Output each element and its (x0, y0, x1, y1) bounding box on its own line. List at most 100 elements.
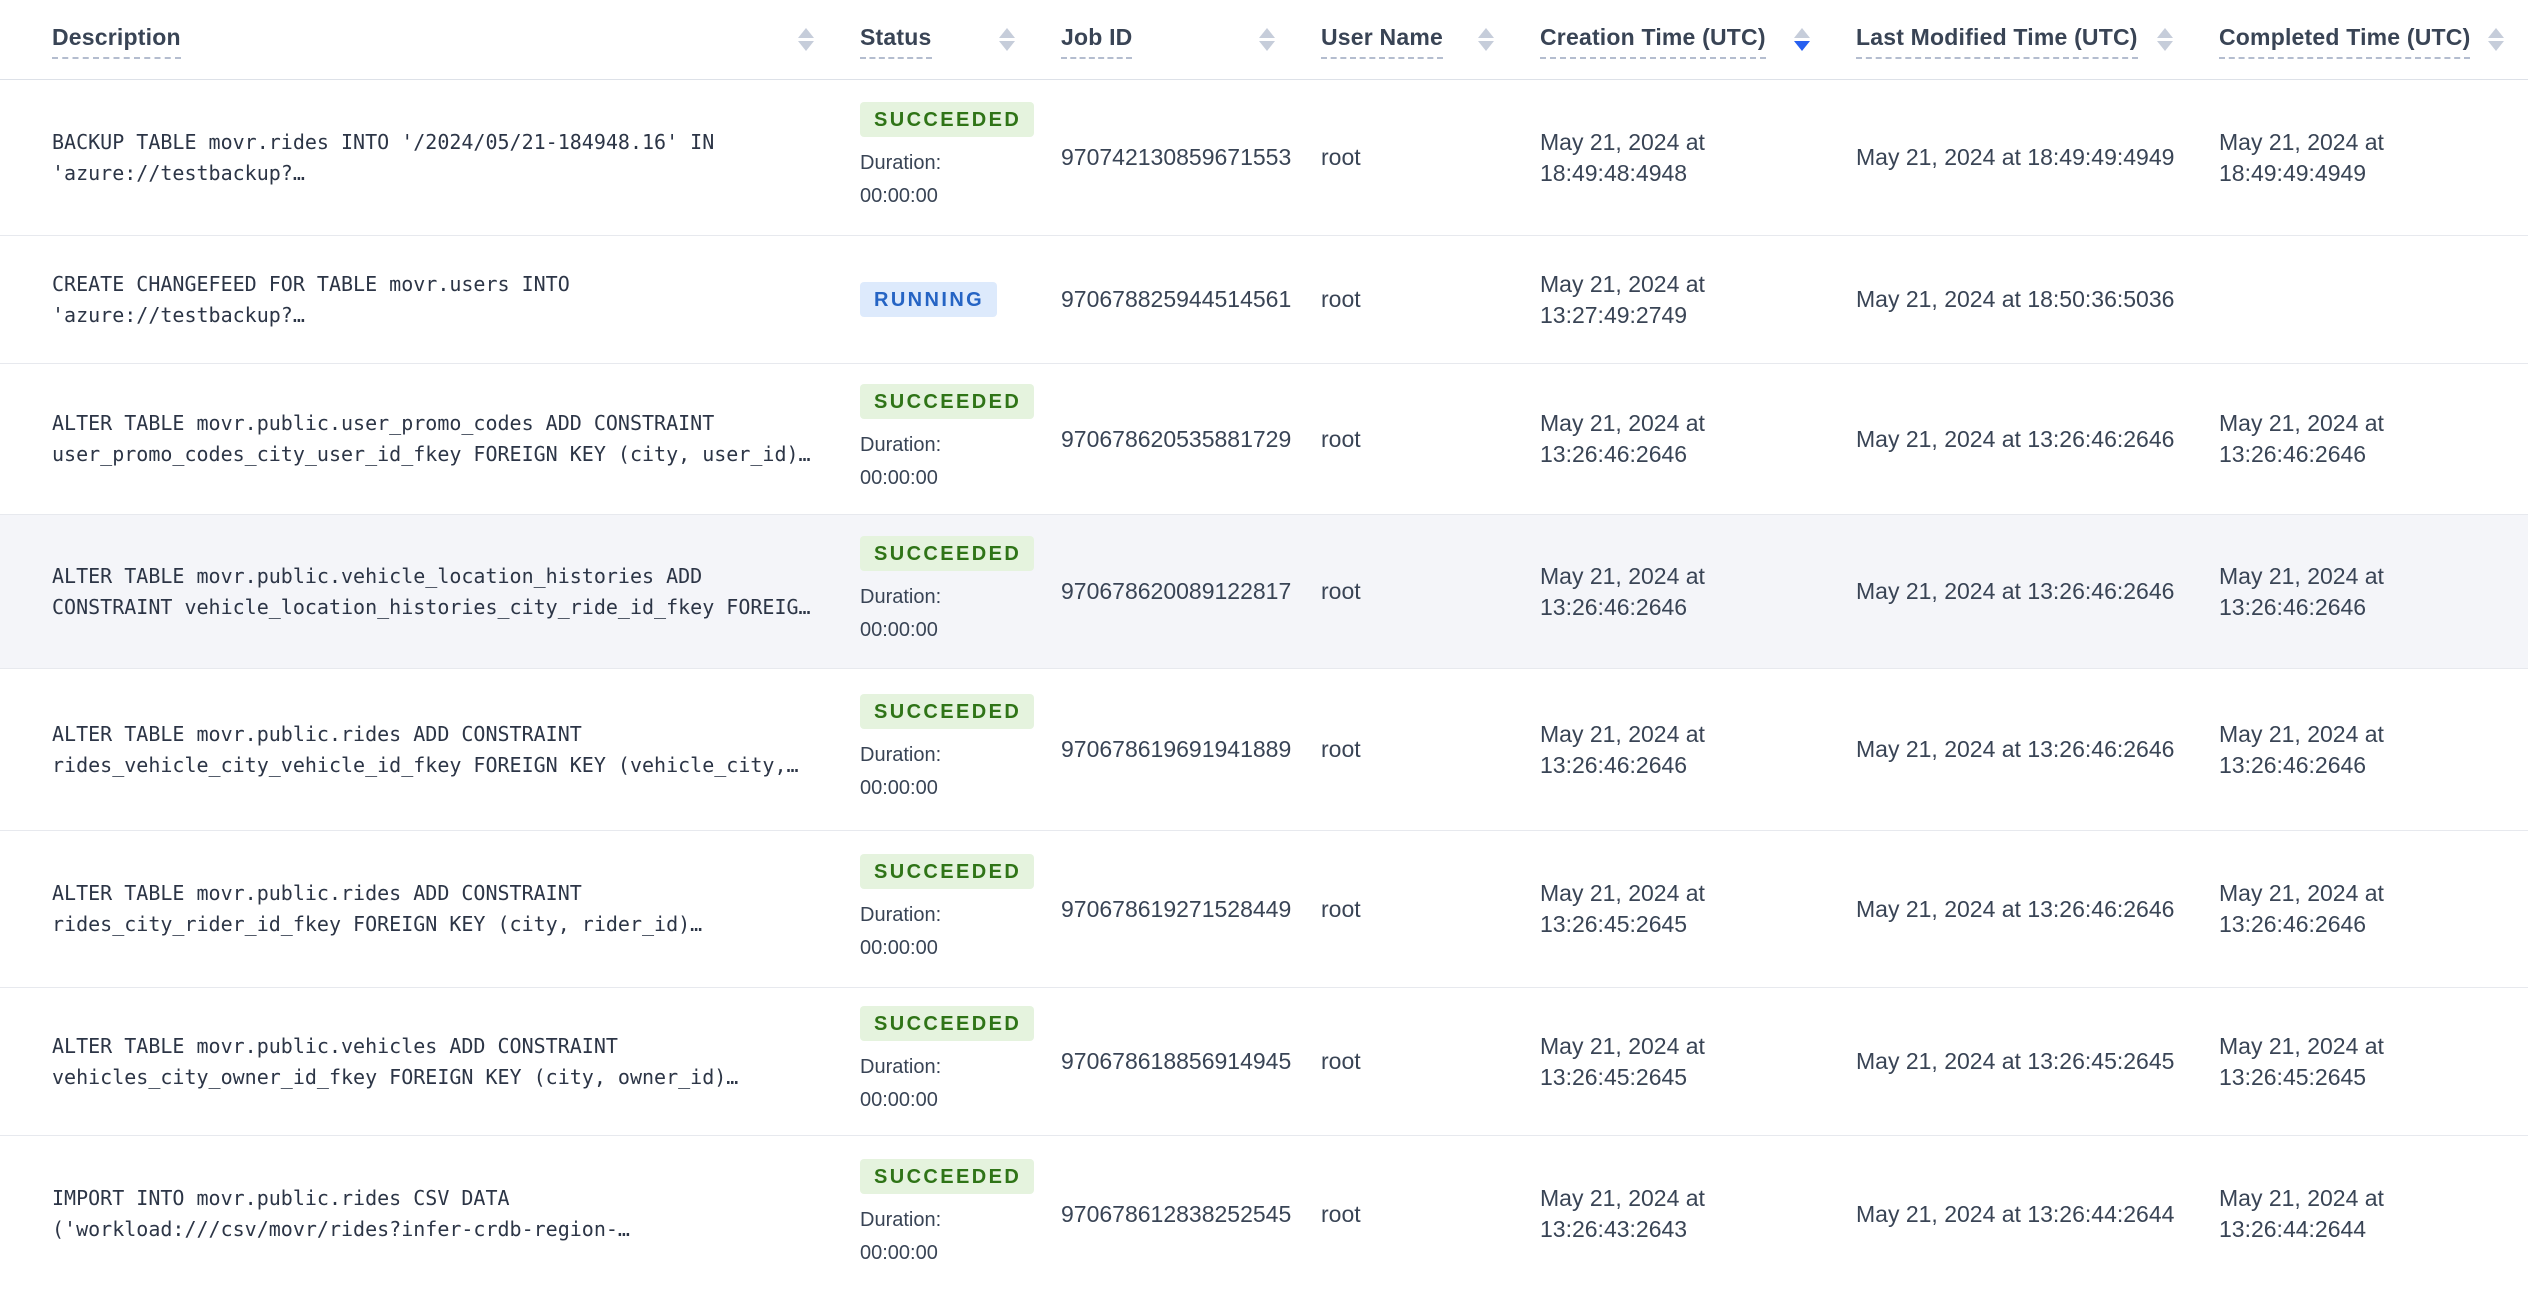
job-duration: Duration: 00:00:00 (860, 739, 941, 805)
duration-label: Duration: (860, 744, 942, 766)
duration-value: 00:00:00 (860, 466, 938, 489)
creation-time-cell: May 21, 2024 at 13:26:46:2646 (1540, 562, 1705, 620)
creation-time-cell: May 21, 2024 at 18:49:48:4948 (1540, 128, 1705, 186)
job-status-badge: SUCCEEDED (860, 694, 1035, 729)
sort-icon (1259, 28, 1275, 51)
job-id-cell: 970678618856914945 (1061, 1048, 1292, 1074)
column-header-user-name[interactable]: User Name (1321, 0, 1540, 79)
last-modified-time-cell: May 21, 2024 at 18:49:49:4949 (1856, 144, 2175, 170)
job-description-link[interactable]: ALTER TABLE movr.public.rides ADD CONSTR… (52, 719, 820, 781)
job-description-link[interactable]: IMPORT INTO movr.public.rides CSV DATA (… (52, 1183, 820, 1245)
job-description-link[interactable]: ALTER TABLE movr.public.vehicles ADD CON… (52, 1031, 820, 1093)
sort-down-arrow-icon (1794, 41, 1810, 51)
job-description-link[interactable]: CREATE CHANGEFEED FOR TABLE movr.users I… (52, 269, 820, 331)
last-modified-time-cell: May 21, 2024 at 18:50:36:5036 (1856, 286, 2175, 312)
completed-time-cell: May 21, 2024 at 13:26:46:2646 (2219, 880, 2384, 937)
table-row: ALTER TABLE movr.public.vehicle_location… (0, 515, 2528, 669)
duration-value: 00:00:00 (860, 936, 938, 959)
jobs-table-header: Description Status Job ID User Name Crea… (0, 0, 2528, 80)
column-header-job-id[interactable]: Job ID (1061, 0, 1321, 79)
duration-label: Duration: (860, 1208, 942, 1231)
sort-icon (1478, 28, 1494, 51)
sort-up-arrow-icon (1478, 28, 1494, 38)
creation-time-cell: May 21, 2024 at 13:26:46:2646 (1540, 720, 1705, 778)
sort-up-arrow-icon (2488, 28, 2504, 38)
table-row: ALTER TABLE movr.public.rides ADD CONSTR… (0, 669, 2528, 831)
sort-up-arrow-icon (1794, 28, 1810, 38)
job-id-cell: 970742130859671553 (1061, 144, 1292, 170)
duration-label: Duration: (860, 586, 942, 608)
job-description-link[interactable]: ALTER TABLE movr.public.rides ADD CONSTR… (52, 878, 820, 940)
user-name-cell: root (1321, 144, 1361, 170)
sort-icon (1794, 28, 1810, 51)
user-name-cell: root (1321, 736, 1361, 762)
job-status-badge: SUCCEEDED (860, 383, 1035, 419)
jobs-table: Description Status Job ID User Name Crea… (0, 0, 2528, 1292)
last-modified-time-cell: May 21, 2024 at 13:26:46:2646 (1856, 578, 2175, 604)
status-cell: SUCCEEDED Duration: 00:00:00 (860, 669, 1061, 830)
status-cell: SUCCEEDED Duration: 00:00:00 (860, 515, 1061, 668)
job-duration: Duration: 00:00:00 (860, 581, 941, 647)
status-cell: SUCCEEDED Duration: 00:00:00 (860, 80, 1061, 235)
job-id-cell: 970678619271528449 (1061, 895, 1292, 922)
sort-down-arrow-icon (999, 41, 1015, 51)
description-cell: IMPORT INTO movr.public.rides CSV DATA (… (0, 1136, 860, 1292)
column-header-label: Description (52, 26, 181, 59)
description-cell: BACKUP TABLE movr.rides INTO '/2024/05/2… (0, 80, 860, 235)
table-row: ALTER TABLE movr.public.rides ADD CONSTR… (0, 831, 2528, 988)
description-cell: ALTER TABLE movr.public.vehicles ADD CON… (0, 988, 860, 1135)
description-cell: ALTER TABLE movr.public.user_promo_codes… (0, 364, 860, 514)
creation-time-cell: May 21, 2024 at 13:27:49:2749 (1540, 270, 1705, 328)
column-header-creation-time[interactable]: Creation Time (UTC) (1540, 0, 1856, 79)
creation-time-cell: May 21, 2024 at 13:26:45:2645 (1540, 880, 1705, 937)
job-status-badge: SUCCEEDED (860, 102, 1035, 137)
job-status-badge: SUCCEEDED (860, 536, 1035, 571)
column-header-last-modified-time[interactable]: Last Modified Time (UTC) (1856, 0, 2219, 79)
completed-time-cell: May 21, 2024 at 13:26:46:2646 (2219, 720, 2384, 778)
job-description-link[interactable]: ALTER TABLE movr.public.user_promo_codes… (52, 408, 820, 470)
job-duration: Duration: 00:00:00 (860, 147, 941, 213)
description-cell: ALTER TABLE movr.public.vehicle_location… (0, 515, 860, 668)
last-modified-time-cell: May 21, 2024 at 13:26:46:2646 (1856, 425, 2175, 452)
sort-icon (798, 28, 814, 51)
job-description-link[interactable]: BACKUP TABLE movr.rides INTO '/2024/05/2… (52, 127, 820, 189)
sort-down-arrow-icon (2488, 41, 2504, 51)
completed-time-cell (2219, 236, 2528, 363)
last-modified-time-cell: May 21, 2024 at 13:26:46:2646 (1856, 895, 2175, 922)
table-row: ALTER TABLE movr.public.user_promo_codes… (0, 364, 2528, 515)
column-header-completed-time[interactable]: Completed Time (UTC) (2219, 0, 2528, 79)
last-modified-time-cell: May 21, 2024 at 13:26:46:2646 (1856, 736, 2175, 762)
user-name-cell: root (1321, 578, 1361, 604)
job-description-link[interactable]: ALTER TABLE movr.public.vehicle_location… (52, 561, 820, 623)
creation-time-cell: May 21, 2024 at 13:26:43:2643 (1540, 1185, 1705, 1242)
job-duration: Duration: 00:00:00 (860, 429, 941, 495)
duration-value: 00:00:00 (860, 619, 938, 641)
creation-time-cell: May 21, 2024 at 13:26:46:2646 (1540, 410, 1705, 467)
table-row: CREATE CHANGEFEED FOR TABLE movr.users I… (0, 236, 2528, 364)
duration-label: Duration: (860, 433, 942, 456)
completed-time-cell: May 21, 2024 at 13:26:46:2646 (2219, 562, 2384, 620)
sort-icon (2157, 28, 2173, 51)
description-cell: ALTER TABLE movr.public.rides ADD CONSTR… (0, 669, 860, 830)
column-header-description[interactable]: Description (0, 0, 860, 79)
duration-value: 00:00:00 (860, 1241, 938, 1264)
job-id-cell: 970678620535881729 (1061, 425, 1292, 452)
sort-down-arrow-icon (2157, 41, 2173, 51)
table-row: IMPORT INTO movr.public.rides CSV DATA (… (0, 1136, 2528, 1292)
sort-down-arrow-icon (1478, 41, 1494, 51)
last-modified-time-cell: May 21, 2024 at 13:26:45:2645 (1856, 1048, 2175, 1074)
duration-label: Duration: (860, 1056, 942, 1078)
completed-time-cell: May 21, 2024 at 13:26:44:2644 (2219, 1185, 2384, 1242)
column-header-label: Status (860, 26, 932, 59)
completed-time-cell: May 21, 2024 at 13:26:46:2646 (2219, 410, 2384, 467)
duration-label: Duration: (860, 152, 942, 174)
column-header-label: User Name (1321, 26, 1443, 59)
job-status-badge: SUCCEEDED (860, 853, 1035, 889)
column-header-status[interactable]: Status (860, 0, 1061, 79)
description-cell: CREATE CHANGEFEED FOR TABLE movr.users I… (0, 236, 860, 363)
completed-time-cell: May 21, 2024 at 13:26:45:2645 (2219, 1032, 2384, 1090)
user-name-cell: root (1321, 286, 1361, 312)
column-header-label: Creation Time (UTC) (1540, 26, 1766, 59)
user-name-cell: root (1321, 1048, 1361, 1074)
job-id-cell: 970678620089122817 (1061, 578, 1292, 604)
